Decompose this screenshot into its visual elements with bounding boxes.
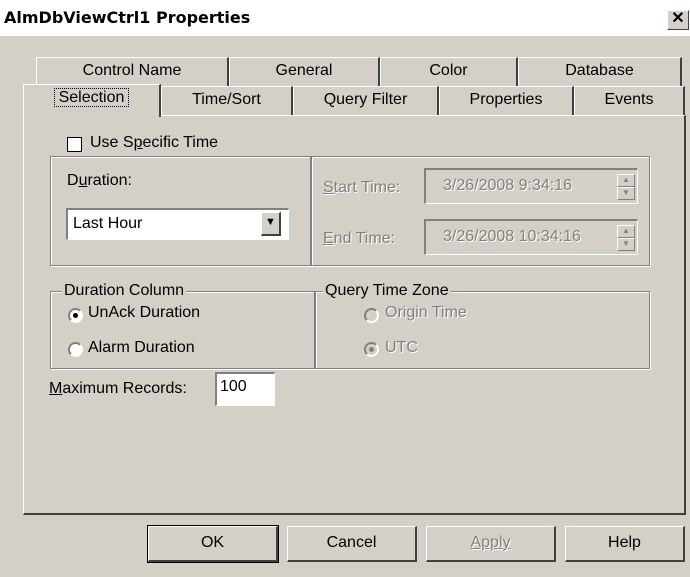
tab-database[interactable]: Database [518,57,682,87]
start-time-value: 3/26/2008 9:34:16 [443,177,573,194]
alarm-duration-label: Alarm Duration [88,339,195,356]
tab-query-filter[interactable]: Query Filter [293,86,439,116]
origin-time-radio[interactable] [364,308,379,323]
close-icon: ✕ [671,10,685,27]
ok-button[interactable]: OK [147,525,279,563]
unack-duration-radio[interactable] [68,308,83,323]
tab-events[interactable]: Events [574,86,685,116]
start-time-spinner[interactable]: ▲ ▼ [617,174,635,200]
radio-dot [369,347,374,352]
cancel-button[interactable]: Cancel [287,526,417,562]
tab-label: Control Name [82,62,182,79]
tab-label: Color [429,62,468,79]
window-title: AlmDbViewCtrl1 Properties [4,8,251,27]
use-specific-time-checkbox[interactable] [67,137,82,152]
spin-down-icon[interactable]: ▼ [617,238,635,251]
maximum-records-input[interactable]: 100 [215,372,275,406]
tab-label: Properties [469,91,543,108]
alarm-duration-radio[interactable] [68,342,83,357]
utc-label: UTC [385,339,418,356]
duration-label: Duration: [67,172,132,189]
end-time-spinner[interactable]: ▲ ▼ [617,225,635,251]
tab-control-name[interactable]: Control Name [36,57,229,87]
end-time-value: 3/26/2008 10:34:16 [443,228,581,245]
maximum-records-value: 100 [220,378,247,395]
end-time-field[interactable]: 3/26/2008 10:34:16 ▲ ▼ [424,219,638,255]
tab-label: Events [604,91,654,108]
tab-label: Database [565,62,634,79]
tab-label: Time/Sort [192,91,261,108]
duration-dropdown[interactable]: Last Hour ▼ [66,208,289,240]
start-time-label: Start Time: [323,179,401,196]
tab-selection[interactable]: Selection [23,84,161,117]
query-time-zone-legend: Query Time Zone [323,282,451,300]
spin-up-icon[interactable]: ▲ [617,225,635,238]
utc-radio[interactable] [364,342,379,357]
apply-button[interactable]: Apply [426,526,556,562]
spin-down-icon[interactable]: ▼ [617,187,635,200]
start-time-field[interactable]: 3/26/2008 9:34:16 ▲ ▼ [424,168,638,204]
origin-time-label: Origin Time [385,304,467,321]
tab-color[interactable]: Color [380,57,518,87]
title-bar: AlmDbViewCtrl1 Properties ✕ [0,0,690,36]
spin-up-icon[interactable]: ▲ [617,174,635,187]
chevron-down-icon[interactable]: ▼ [261,212,281,236]
help-button[interactable]: Help [565,526,685,562]
properties-dialog: AlmDbViewCtrl1 Properties ✕ Control Name… [0,0,690,577]
radio-dot [73,313,78,318]
duration-column-group [50,291,315,369]
tab-general[interactable]: General [229,57,380,87]
tab-time-sort[interactable]: Time/Sort [161,86,293,116]
query-time-zone-group [315,291,650,369]
tab-label: General [275,62,333,79]
tab-label: Selection [53,88,130,107]
unack-duration-label: UnAck Duration [88,304,201,321]
tab-label: Query Filter [323,91,408,108]
tab-properties[interactable]: Properties [439,86,574,116]
use-specific-time-label: Use Specific Time [90,134,219,151]
duration-value: Last Hour [73,215,143,232]
close-button[interactable]: ✕ [667,10,689,30]
maximum-records-label: Maximum Records: [49,380,187,397]
end-time-label: End Time: [323,230,396,247]
duration-column-legend: Duration Column [62,282,187,300]
